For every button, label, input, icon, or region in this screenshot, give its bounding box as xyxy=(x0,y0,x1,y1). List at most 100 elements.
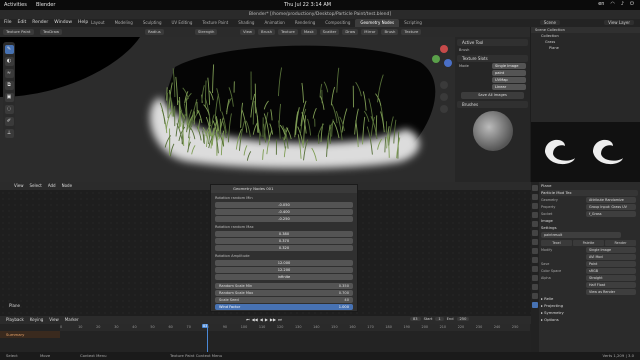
draw-brush-icon[interactable]: ✎ xyxy=(4,45,14,54)
socket-random-scale-min[interactable]: Random Scale Min 0.350 xyxy=(215,283,353,289)
timeline-menu-keying[interactable]: Keying xyxy=(30,317,43,322)
particles-tab-icon[interactable] xyxy=(532,257,538,263)
socket-value[interactable]: f_Grass xyxy=(586,211,636,217)
properties-tab-texel[interactable]: Texel xyxy=(541,240,572,246)
brush-selector[interactable]: TexDraw xyxy=(40,29,63,35)
play-reverse-icon[interactable]: ◀ xyxy=(260,317,263,322)
properties-row-value[interactable]: AVI Mod xyxy=(586,254,636,260)
tab-sculpting[interactable]: Sculpting xyxy=(138,19,167,27)
physics-tab-icon[interactable] xyxy=(532,266,538,272)
system-tray[interactable]: en ◠ ♪ ⏻ xyxy=(598,1,634,7)
uv-map-field[interactable]: UVMap xyxy=(492,77,526,83)
timeline-menu-marker[interactable]: Marker xyxy=(65,317,79,322)
view-layer-selector[interactable]: View Layer xyxy=(604,20,634,25)
next-key-icon[interactable]: ▶▶ xyxy=(270,317,276,322)
geometry-nodes-panel[interactable]: Geometry Nodes 001 Rotation random Min -… xyxy=(210,184,358,312)
section-projecting[interactable]: ▸ Projecting xyxy=(541,303,638,309)
system-clock[interactable]: Thu Jul 22 3:14 AM xyxy=(284,2,331,8)
jump-end-icon[interactable]: ⏭ xyxy=(278,317,282,322)
object-tab-icon[interactable] xyxy=(532,239,538,245)
tab-uv-editing[interactable]: UV Editing xyxy=(167,19,198,27)
active-tool-header[interactable]: Active Tool xyxy=(457,39,528,46)
section-options[interactable]: ▸ Options xyxy=(541,317,638,323)
properties-row-value[interactable]: View as Render xyxy=(586,289,636,295)
data-tab-icon[interactable] xyxy=(532,284,538,290)
rotation-amp-field-2[interactable]: infinite xyxy=(215,274,353,280)
properties-tab-render[interactable]: Render xyxy=(605,240,636,246)
render-tab-icon[interactable] xyxy=(532,194,538,200)
settings-section[interactable]: Settings xyxy=(541,225,638,231)
soften-icon[interactable]: ◐ xyxy=(4,57,14,66)
clone-icon[interactable]: ⧉ xyxy=(4,81,14,90)
texture-tab-icon[interactable] xyxy=(532,302,538,308)
fill-icon[interactable]: ▣ xyxy=(4,93,14,102)
timeline-menu-playback[interactable]: Playback xyxy=(6,317,24,322)
modifier-name[interactable]: Particle Mod Tex xyxy=(541,190,638,196)
image-section[interactable]: Image xyxy=(541,218,638,224)
tab-layout[interactable]: Layout xyxy=(86,19,110,27)
properties-row-value[interactable]: sRGB xyxy=(586,268,636,274)
viewport-menu-brush-7[interactable]: Brush xyxy=(381,29,399,35)
measure-icon[interactable]: ⟂ xyxy=(4,129,14,138)
tab-compositing[interactable]: Compositing xyxy=(320,19,355,27)
constraints-tab-icon[interactable] xyxy=(532,275,538,281)
tab-geometry-nodes[interactable]: Geometry Nodes xyxy=(355,19,400,27)
annotate-icon[interactable]: ✐ xyxy=(4,117,14,126)
node-menu-view[interactable]: View xyxy=(14,183,24,188)
node-group-title[interactable]: Geometry Nodes 001 xyxy=(211,185,357,193)
scene-tab-icon[interactable] xyxy=(532,221,538,227)
rotation-amp-field-1[interactable]: 12.200 xyxy=(215,267,353,273)
socket-wind-factor[interactable]: Wind Factor 1.000 xyxy=(215,304,353,310)
current-frame-field[interactable]: 83 xyxy=(410,317,421,321)
save-all-images-button[interactable]: Save All Images xyxy=(461,92,524,99)
mode-dropdown[interactable]: Single Image xyxy=(492,63,526,69)
strength-field[interactable]: Strength xyxy=(195,29,218,35)
app-menu[interactable]: Blender xyxy=(36,2,55,8)
tab-rendering[interactable]: Rendering xyxy=(290,19,320,27)
texture-slots-header[interactable]: Texture Slots xyxy=(457,55,528,62)
viewport-menu-texture-2[interactable]: Texture xyxy=(277,29,298,35)
rotation-max-field-0[interactable]: 0.380 xyxy=(215,231,353,237)
activities-button[interactable]: Activities xyxy=(4,2,27,8)
menu-edit[interactable]: Edit xyxy=(18,20,27,25)
world-tab-icon[interactable] xyxy=(532,230,538,236)
tab-shading[interactable]: Shading xyxy=(233,19,259,27)
viewport-menu-draw-5[interactable]: Draw xyxy=(342,29,359,35)
jump-start-icon[interactable]: ⏮ xyxy=(246,317,250,322)
properties-row-value[interactable]: Paint xyxy=(586,261,636,267)
menu-render[interactable]: Render xyxy=(32,20,48,25)
play-icon[interactable]: ▶ xyxy=(265,317,268,322)
properties-row-value[interactable]: Single Image xyxy=(586,247,636,253)
properties-row-value[interactable]: Half Float xyxy=(586,282,636,288)
mode-selector[interactable]: Texture Paint xyxy=(3,29,34,35)
playhead[interactable]: 83 xyxy=(202,324,209,352)
tab-modeling[interactable]: Modeling xyxy=(110,19,138,27)
rotation-amp-field-0[interactable]: 12.000 xyxy=(215,260,353,266)
section-relie[interactable]: ▸ Relie xyxy=(541,296,638,302)
node-menu-node[interactable]: Node xyxy=(62,183,72,188)
radius-field[interactable]: Radius xyxy=(145,29,164,35)
menu-window[interactable]: Window xyxy=(54,20,72,25)
scene-selector[interactable]: Scene xyxy=(539,20,560,25)
socket-random-scale-max[interactable]: Random Scale Max 0.700 xyxy=(215,290,353,296)
viewport-menu-view-0[interactable]: View xyxy=(240,29,256,35)
tab-scripting[interactable]: Scripting xyxy=(399,19,427,27)
end-field[interactable]: 250 xyxy=(456,317,470,321)
tab-texture-paint[interactable]: Texture Paint xyxy=(197,19,233,27)
timeline-menu-view[interactable]: View xyxy=(49,317,59,322)
viewport-menu-texture-8[interactable]: Texture xyxy=(401,29,422,35)
start-field[interactable]: 1 xyxy=(435,317,444,321)
properties-row-value[interactable]: Straight xyxy=(586,275,636,281)
rotation-min-field-1[interactable]: -0.400 xyxy=(215,209,353,215)
node-menu-add[interactable]: Add xyxy=(48,183,56,188)
image-name-field[interactable]: paintresult xyxy=(541,232,621,238)
viewport-menu-mask-3[interactable]: Mask xyxy=(300,29,317,35)
brushes-header[interactable]: Brushes xyxy=(457,101,528,108)
summary-channel[interactable]: Summary xyxy=(0,331,60,338)
viewport-menu-mirror-6[interactable]: Mirror xyxy=(361,29,379,35)
interpolation-field[interactable]: Linear xyxy=(492,84,526,90)
material-tab-icon[interactable] xyxy=(532,293,538,299)
brush-preview-icon[interactable] xyxy=(472,111,513,151)
section-symmetry[interactable]: ▸ Symmetry xyxy=(541,310,638,316)
smear-icon[interactable]: ≈ xyxy=(4,69,14,78)
